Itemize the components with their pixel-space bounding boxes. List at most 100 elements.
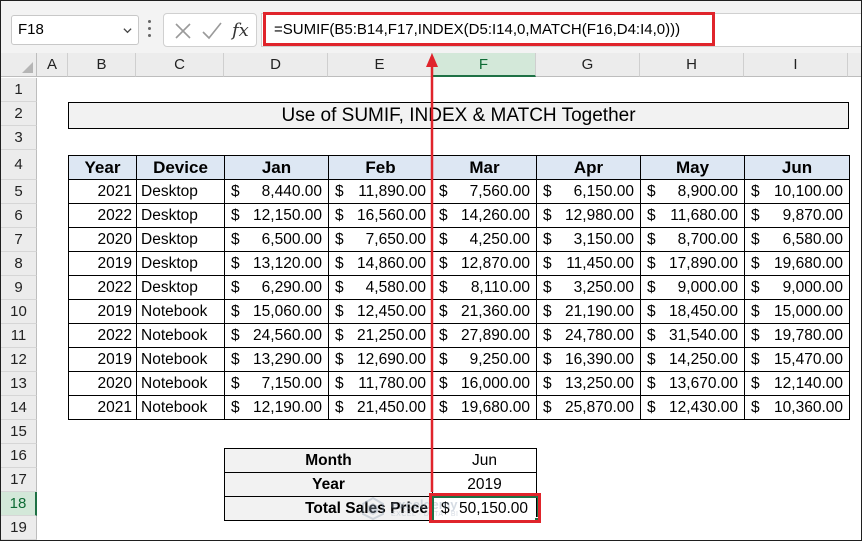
row-header[interactable]: 6 [1,204,37,228]
sheet-title[interactable]: Use of SUMIF, INDEX & MATCH Together [68,102,849,129]
column-header-i[interactable]: I [744,53,848,77]
header-cell[interactable]: Year [68,155,137,180]
column-header-f[interactable]: F [432,53,536,77]
sales-cell[interactable]: $21,190.00 [536,299,641,324]
sales-cell[interactable]: $7,150.00 [224,371,329,396]
year-cell[interactable]: 2022 [68,323,137,348]
sales-cell[interactable]: $11,450.00 [536,251,641,276]
sales-cell[interactable]: $13,120.00 [224,251,329,276]
sales-cell[interactable]: $7,560.00 [432,179,537,204]
column-header-g[interactable]: G [536,53,640,77]
row-header[interactable]: 5 [1,180,37,204]
name-box[interactable]: F18 [11,15,139,45]
sales-cell[interactable]: $24,780.00 [536,323,641,348]
device-cell[interactable]: Desktop [136,227,225,252]
year-cell[interactable]: 2020 [68,371,137,396]
sales-cell[interactable]: $27,890.00 [432,323,537,348]
header-cell[interactable]: Device [136,155,225,180]
sales-cell[interactable]: $16,560.00 [328,203,433,228]
sales-cell[interactable]: $13,670.00 [640,371,745,396]
device-cell[interactable]: Desktop [136,275,225,300]
row-header[interactable]: 9 [1,276,37,300]
enter-check-icon[interactable] [200,19,224,43]
sales-cell[interactable]: $8,900.00 [640,179,745,204]
year-cell[interactable]: 2019 [68,251,137,276]
sales-cell[interactable]: $12,690.00 [328,347,433,372]
sales-cell[interactable]: $24,560.00 [224,323,329,348]
sales-cell[interactable]: $8,110.00 [432,275,537,300]
row-header[interactable]: 11 [1,324,37,348]
year-cell[interactable]: 2021 [68,179,137,204]
header-cell[interactable]: Jun [744,155,850,180]
sales-cell[interactable]: $19,680.00 [432,395,537,420]
row-header[interactable]: 8 [1,252,37,276]
year-cell[interactable]: 2021 [68,395,137,420]
sales-cell[interactable]: $12,430.00 [640,395,745,420]
column-header-h[interactable]: H [640,53,744,77]
row-header[interactable]: 19 [1,516,37,540]
row-header[interactable]: 1 [1,78,37,102]
device-cell[interactable]: Notebook [136,395,225,420]
column-header-a[interactable]: A [37,53,68,77]
row-header[interactable]: 15 [1,420,37,444]
sales-cell[interactable]: $8,440.00 [224,179,329,204]
device-cell[interactable]: Notebook [136,371,225,396]
header-cell[interactable]: Mar [432,155,537,180]
insert-function-icon[interactable]: fx [232,19,254,43]
device-cell[interactable]: Desktop [136,251,225,276]
sales-cell[interactable]: $12,190.00 [224,395,329,420]
month-value[interactable]: Jun [432,448,537,473]
sales-cell[interactable]: $14,860.00 [328,251,433,276]
sales-cell[interactable]: $21,360.00 [432,299,537,324]
row-header[interactable]: 4 [1,150,37,180]
sales-cell[interactable]: $25,870.00 [536,395,641,420]
sales-cell[interactable]: $15,060.00 [224,299,329,324]
sales-cell[interactable]: $19,680.00 [744,251,850,276]
header-cell[interactable]: Apr [536,155,641,180]
sales-cell[interactable]: $12,150.00 [224,203,329,228]
device-cell[interactable]: Desktop [136,179,225,204]
month-label[interactable]: Month [224,448,433,473]
row-header[interactable]: 16 [1,444,37,468]
sales-cell[interactable]: $14,250.00 [640,347,745,372]
row-header[interactable]: 18 [1,492,37,516]
sales-cell[interactable]: $13,250.00 [536,371,641,396]
sales-cell[interactable]: $12,870.00 [432,251,537,276]
sales-cell[interactable]: $21,450.00 [328,395,433,420]
row-header[interactable]: 17 [1,468,37,492]
year-cell[interactable]: 2019 [68,347,137,372]
header-cell[interactable]: Feb [328,155,433,180]
sales-cell[interactable]: $12,980.00 [536,203,641,228]
header-cell[interactable]: Jan [224,155,329,180]
row-header[interactable]: 14 [1,396,37,420]
sales-cell[interactable]: $6,500.00 [224,227,329,252]
year-cell[interactable]: 2019 [68,299,137,324]
sales-cell[interactable]: $4,250.00 [432,227,537,252]
row-header[interactable]: 3 [1,126,37,150]
row-header[interactable]: 2 [1,102,37,126]
sales-cell[interactable]: $18,450.00 [640,299,745,324]
sales-cell[interactable]: $12,450.00 [328,299,433,324]
column-header-d[interactable]: D [224,53,328,77]
cancel-icon[interactable] [172,19,194,43]
sales-cell[interactable]: $11,680.00 [640,203,745,228]
sales-cell[interactable]: $21,250.00 [328,323,433,348]
sales-cell[interactable]: $8,700.00 [640,227,745,252]
sales-cell[interactable]: $31,540.00 [640,323,745,348]
sales-cell[interactable]: $11,780.00 [328,371,433,396]
sales-cell[interactable]: $14,260.00 [432,203,537,228]
sales-cell[interactable]: $6,580.00 [744,227,850,252]
year-label[interactable]: Year [224,472,433,497]
sales-cell[interactable]: $9,870.00 [744,203,850,228]
sales-cell[interactable]: $19,780.00 [744,323,850,348]
sales-cell[interactable]: $3,150.00 [536,227,641,252]
sales-cell[interactable]: $6,150.00 [536,179,641,204]
sales-cell[interactable]: $9,000.00 [640,275,745,300]
row-header[interactable]: 10 [1,300,37,324]
sales-cell[interactable]: $16,000.00 [432,371,537,396]
year-cell[interactable]: 2022 [68,203,137,228]
device-cell[interactable]: Notebook [136,323,225,348]
device-cell[interactable]: Desktop [136,203,225,228]
sales-cell[interactable]: $15,470.00 [744,347,850,372]
sales-cell[interactable]: $6,290.00 [224,275,329,300]
